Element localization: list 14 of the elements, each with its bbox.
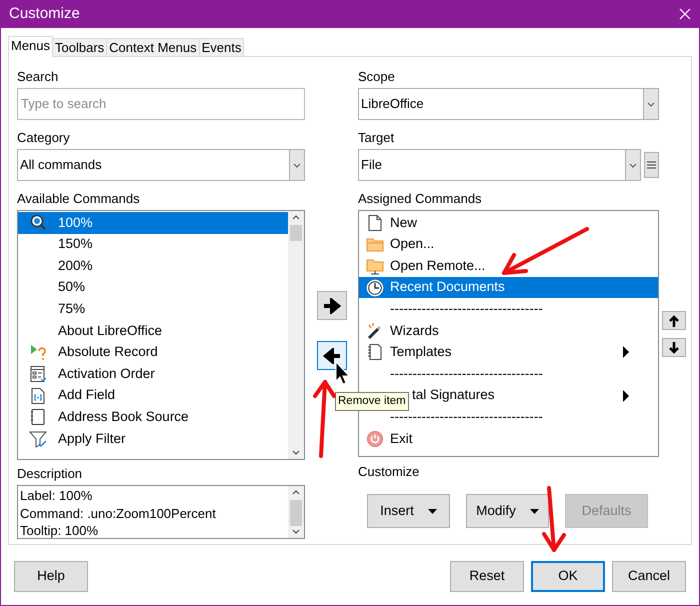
description-line: Command: .uno:Zoom100Percent [20,504,217,522]
field-label: Target [358,129,396,147]
field-label: Description [17,465,84,483]
list-label: Assigned Commands [358,190,483,208]
tooltip: Remove item [335,392,409,411]
description-line: Tooltip: 100% [20,522,100,538]
field-label: Scope [358,68,396,86]
field-label: Category [17,129,71,147]
field-label: Search [17,68,60,86]
action-button: Defaults [565,494,648,528]
window-title: Customize [9,4,80,24]
list-label: Available Commands [17,190,141,208]
section-label: Customize [358,463,420,481]
description-line: Label: 100% [20,487,94,504]
